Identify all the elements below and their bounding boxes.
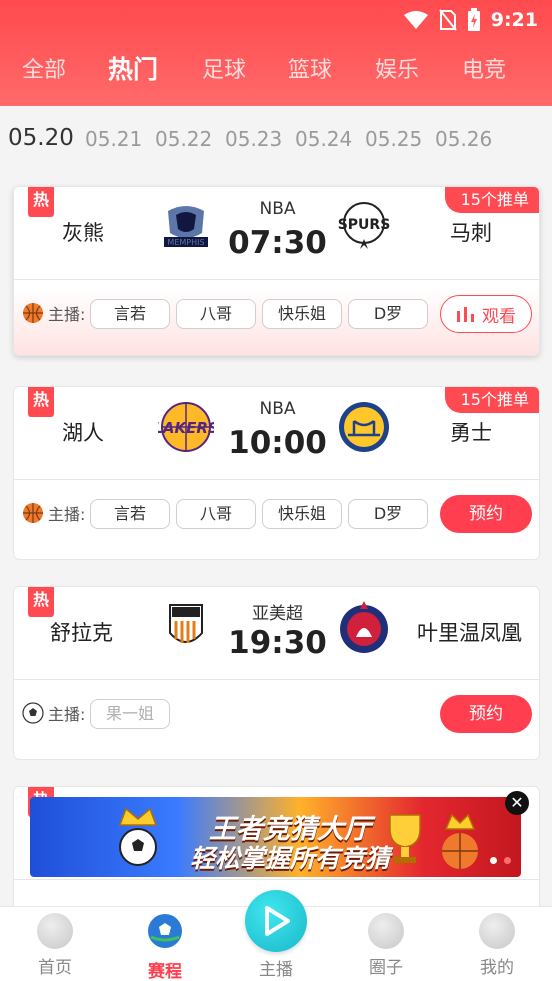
nav-schedule[interactable]: 赛程 — [125, 913, 205, 981]
top-header: 9:21 全部 热门 足球 篮球 娱乐 电竞 — [0, 0, 552, 106]
nav-label: 主播 — [259, 960, 293, 980]
date-item-0523[interactable]: 05.23 — [225, 127, 282, 151]
trophy-icon — [389, 814, 421, 863]
league-name: NBA — [259, 199, 296, 219]
anchor-row: 主播: — [22, 497, 89, 529]
status-time: 9:21 — [490, 9, 538, 31]
watch-label: 观看 — [482, 306, 516, 327]
circle-ball-icon — [368, 913, 404, 949]
match-card-shirak-pyunik[interactable]: 热 舒拉克 亚美超 19:30 叶里温凤凰 主播: 果一姐 预约 — [13, 586, 540, 760]
tab-basketball[interactable]: 篮球 — [288, 52, 332, 84]
battery-charging-icon — [467, 8, 480, 31]
date-item-0525[interactable]: 05.25 — [365, 127, 422, 151]
anchor-chip[interactable]: 快乐姐 — [262, 499, 342, 529]
live-button[interactable] — [245, 890, 307, 952]
anchor-row: 主播: — [22, 697, 89, 729]
tab-entertainment[interactable]: 娱乐 — [375, 52, 419, 84]
nav-label: 圈子 — [369, 958, 403, 978]
soccer-crown-icon — [118, 807, 158, 866]
warriors-logo-icon — [339, 402, 389, 452]
date-item-0520[interactable]: 05.20 — [8, 125, 74, 151]
nav-label: 我的 — [480, 958, 514, 978]
wifi-icon — [403, 11, 428, 29]
anchor-label: 主播: — [48, 305, 86, 324]
nav-live[interactable]: 主播 — [236, 951, 316, 980]
tab-football[interactable]: 足球 — [202, 52, 246, 84]
card-divider — [14, 879, 539, 880]
schedule-ball-icon — [148, 914, 182, 948]
carousel-dot — [504, 857, 511, 864]
card-divider — [14, 279, 539, 280]
match-card-grizzlies-spurs[interactable]: 热 15个推单 灰熊 MEMPHIS NBA 07:30 SPURS 马刺 主播… — [13, 186, 540, 356]
card-divider — [14, 679, 539, 680]
banner-subtitle: 轻松掌握所有竞猜 — [189, 844, 390, 873]
date-item-0522[interactable]: 05.22 — [155, 127, 212, 151]
anchor-label: 主播: — [48, 505, 86, 524]
watch-button[interactable]: 观看 — [440, 295, 532, 333]
league-name: NBA — [259, 399, 296, 419]
profile-ball-icon — [479, 913, 515, 949]
anchor-row: 主播: — [22, 297, 89, 329]
nav-circle[interactable]: 圈子 — [346, 913, 426, 978]
basketball-icon — [23, 503, 43, 523]
bar-chart-icon — [457, 307, 474, 322]
nav-label: 首页 — [38, 958, 72, 978]
promo-banner[interactable]: 王者竞猜大厅 轻松掌握所有竞猜 — [30, 797, 521, 877]
no-sim-icon — [438, 9, 457, 31]
basketball-crown-icon — [442, 813, 478, 869]
anchor-chip[interactable]: D罗 — [348, 499, 428, 529]
anchor-chip[interactable]: 言若 — [90, 299, 170, 329]
date-item-0526[interactable]: 05.26 — [435, 127, 492, 151]
date-selector: 05.20 05.21 05.22 05.23 05.24 05.25 05.2… — [0, 106, 552, 176]
anchor-chip[interactable]: 快乐姐 — [262, 299, 342, 329]
date-item-0524[interactable]: 05.24 — [295, 127, 352, 151]
home-ball-icon — [37, 913, 73, 949]
away-team-name: 勇士 — [450, 421, 492, 445]
basketball-icon — [23, 303, 43, 323]
anchor-chip[interactable]: D罗 — [348, 299, 428, 329]
tab-esports[interactable]: 电竞 — [462, 52, 506, 84]
book-button[interactable]: 预约 — [440, 695, 532, 733]
anchor-chip[interactable]: 言若 — [90, 499, 170, 529]
close-ad-button[interactable]: ✕ — [505, 791, 529, 815]
play-icon — [265, 906, 290, 936]
tab-all[interactable]: 全部 — [22, 52, 66, 84]
nav-home[interactable]: 首页 — [15, 913, 95, 978]
nav-label: 赛程 — [148, 962, 182, 981]
match-card-lakers-warriors[interactable]: 热 15个推单 湖人 LAKERS NBA 10:00 勇士 主播: 言若 八哥… — [13, 386, 540, 560]
anchor-chip[interactable]: 八哥 — [176, 299, 256, 329]
carousel-dot-active — [490, 857, 497, 864]
away-team-name: 叶里温凤凰 — [417, 621, 522, 645]
pyunik-logo-icon — [340, 601, 388, 653]
anchor-chip[interactable]: 果一姐 — [90, 699, 170, 729]
category-tabs: 全部 热门 足球 篮球 娱乐 电竞 — [0, 52, 552, 92]
tab-hot[interactable]: 热门 — [108, 50, 158, 86]
status-bar: 9:21 — [403, 6, 538, 34]
away-team-name: 马刺 — [450, 221, 492, 245]
soccer-ball-icon — [22, 702, 44, 724]
card-divider — [14, 479, 539, 480]
date-item-0521[interactable]: 05.21 — [85, 127, 142, 151]
nav-profile[interactable]: 我的 — [457, 913, 537, 978]
book-button[interactable]: 预约 — [440, 495, 532, 533]
spurs-logo-icon: SPURS — [338, 202, 391, 249]
svg-text:SPURS: SPURS — [338, 217, 391, 233]
anchor-label: 主播: — [48, 705, 86, 724]
anchor-chip[interactable]: 八哥 — [176, 499, 256, 529]
